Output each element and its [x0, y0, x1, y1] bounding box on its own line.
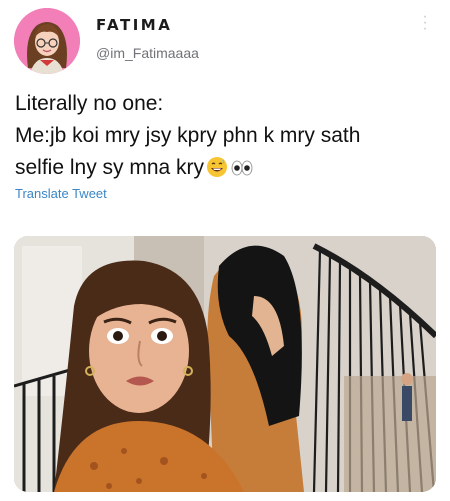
display-name[interactable]: FATIMA — [96, 16, 172, 34]
sweat-smile-emoji-icon — [206, 156, 228, 188]
translate-tweet-link[interactable]: Translate Tweet — [15, 186, 107, 201]
tweet-text: Literally no one: Me:jb koi mry jsy kpry… — [15, 88, 440, 188]
avatar[interactable] — [14, 8, 80, 74]
tweet-line: Literally no one: — [15, 92, 164, 115]
tweet-card: FATIMA @im_Fatimaaaa · · · Literally no on… — [0, 0, 450, 501]
eyes-emoji-icon — [230, 156, 254, 188]
tweet-line: selfie lny sy mna kry — [15, 156, 205, 179]
user-handle[interactable]: @im_Fatimaaaa — [96, 45, 199, 61]
tweet-line: Me:jb koi mry jsy kpry phn k mry sath — [15, 124, 361, 147]
tweet-photo[interactable] — [14, 236, 436, 492]
tweet-line-with-emoji: selfie lny sy mna kry — [15, 152, 440, 188]
more-options-icon[interactable]: · · · — [420, 9, 430, 37]
